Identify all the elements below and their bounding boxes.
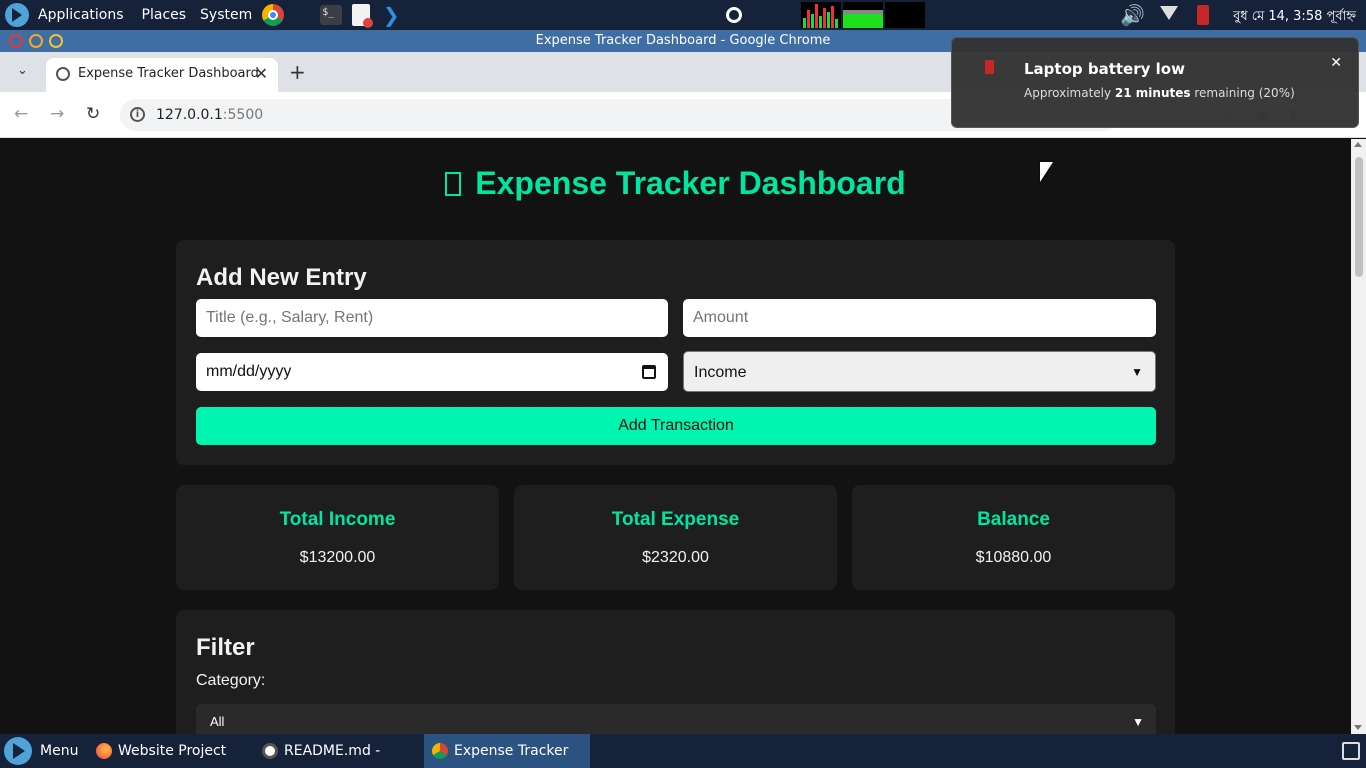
places-menu[interactable]: Places [142, 7, 187, 23]
cpu-monitor [801, 2, 841, 28]
notification-body-suffix: remaining (20%) [1190, 86, 1295, 100]
volume-icon[interactable]: 🔊 [1120, 3, 1145, 27]
chrome-icon [262, 4, 285, 26]
total-income-value: $13200.00 [299, 549, 376, 566]
notification-body: Approximately 21 minutes remaining (20%) [1024, 86, 1295, 100]
system-menu[interactable]: System [200, 7, 252, 23]
window-close-button[interactable] [9, 34, 23, 48]
taskbar-item-label: Expense Tracker Da... [454, 743, 569, 759]
network-monitor [885, 2, 925, 28]
taskbar-item-label: README.md - Totor... [284, 743, 381, 759]
category-selected: All [210, 714, 225, 729]
distro-logo-icon[interactable] [5, 3, 29, 27]
battery-low-notification[interactable]: Laptop battery low Approximately 21 minu… [951, 37, 1359, 128]
taskbar-item-readme[interactable]: README.md - Totor... [254, 734, 420, 768]
chrome-icon [432, 743, 448, 759]
battery-icon[interactable] [1197, 5, 1209, 25]
terminal-icon: $_ [320, 5, 343, 25]
taskbar-item-firefox[interactable]: Website Project Ide... [88, 734, 250, 768]
start-menu-button[interactable]: Menu [4, 737, 78, 765]
reload-icon[interactable]: ↻ [86, 104, 100, 124]
title-input[interactable]: Title (e.g., Salary, Rent) [196, 299, 668, 337]
forward-arrow-icon[interactable]: → [50, 104, 64, 124]
notification-body-prefix: Approximately [1024, 86, 1115, 100]
scroll-down-icon[interactable] [1354, 725, 1362, 730]
total-expense-card: Total Expense $2320.00 [514, 485, 837, 590]
page-scrollbar[interactable] [1351, 139, 1366, 734]
total-income-label: Total Income [279, 509, 396, 530]
taskbar: Menu Website Project Ide... README.md - … [0, 734, 1366, 768]
scroll-up-icon[interactable] [1354, 142, 1362, 147]
calendar-icon[interactable] [642, 365, 656, 379]
top-panel: Applications Places System $_ ❯ 🔊 বুধ মে… [0, 0, 1366, 30]
mouse-cursor-icon [1040, 162, 1053, 182]
text-editor-icon [352, 4, 374, 28]
balance-card: Balance $10880.00 [852, 485, 1175, 590]
distro-logo-icon [4, 737, 32, 765]
url-text: 127.0.0.1:5500 [156, 99, 263, 131]
chevron-down-icon: ▼ [1131, 365, 1143, 379]
applications-menu[interactable]: Applications [38, 7, 124, 23]
page-title: Expense Tracker Dashboard [0, 165, 1351, 202]
chevron-down-icon: ▼ [1132, 715, 1144, 729]
firefox-icon [96, 743, 112, 759]
vscode-launcher[interactable]: ❯ [380, 4, 402, 26]
text-editor-launcher[interactable] [350, 4, 374, 28]
globe-icon [56, 67, 70, 81]
notification-close-icon[interactable]: ✕ [1330, 55, 1342, 71]
filter-heading: Filter [196, 634, 255, 661]
category-select[interactable]: All ▼ [196, 704, 1156, 734]
missing-emoji-glyph-icon [445, 172, 462, 196]
window-title: Expense Tracker Dashboard - Google Chrom… [535, 33, 831, 48]
add-entry-heading: Add New Entry [196, 264, 367, 291]
tab-expense-tracker[interactable]: Expense Tracker Dashboard ✕ [46, 58, 278, 92]
brightness-icon[interactable] [726, 7, 742, 23]
vscode-icon: ❯ [382, 3, 400, 27]
window-minimize-button[interactable] [29, 34, 43, 48]
url-port: :5500 [222, 107, 264, 123]
url-host: 127.0.0.1 [156, 107, 223, 123]
add-transaction-button[interactable]: Add Transaction [196, 407, 1156, 445]
notification-title: Laptop battery low [1024, 60, 1185, 78]
total-expense-value: $2320.00 [642, 549, 709, 566]
back-arrow-icon[interactable]: ← [14, 104, 28, 124]
wifi-icon[interactable] [1160, 6, 1178, 20]
tab-close-icon[interactable]: ✕ [255, 64, 268, 83]
category-label: Category: [196, 672, 266, 689]
date-input[interactable]: mm/dd/yyyy [196, 353, 668, 391]
total-expense-label: Total Expense [611, 509, 740, 530]
site-info-icon[interactable]: i [130, 107, 145, 122]
chrome-launcher[interactable] [262, 4, 285, 26]
new-tab-button[interactable]: + [289, 60, 306, 84]
add-entry-card: Add New Entry Title (e.g., Salary, Rent)… [176, 240, 1175, 465]
total-income-card: Total Income $13200.00 [176, 485, 499, 590]
page-viewport: Expense Tracker Dashboard Add New Entry … [0, 139, 1351, 734]
taskbar-item-label: Website Project Ide... [118, 743, 227, 759]
clock[interactable]: বুধ মে 14, 3:58 পূর্বাহ্ন [1233, 7, 1356, 28]
taskbar-item-chrome[interactable]: Expense Tracker Da... [424, 734, 590, 768]
window-maximize-button[interactable] [49, 34, 63, 48]
start-menu-label: Menu [40, 743, 79, 759]
tab-title: Expense Tracker Dashboard [78, 66, 259, 81]
tab-search-chevron-icon[interactable]: ⌄ [17, 63, 28, 78]
filter-card: Filter Category: All ▼ [176, 610, 1175, 734]
amount-input[interactable]: Amount [683, 299, 1156, 337]
editor-app-icon [262, 743, 278, 759]
show-desktop-icon[interactable] [1342, 742, 1360, 760]
terminal-launcher[interactable]: $_ [320, 4, 343, 26]
memory-monitor [843, 2, 883, 28]
type-select[interactable]: Income ▼ [683, 351, 1156, 392]
balance-value: $10880.00 [975, 549, 1052, 566]
type-selected: Income [694, 364, 747, 381]
date-placeholder: mm/dd/yyyy [206, 363, 292, 380]
scrollbar-thumb[interactable] [1355, 157, 1363, 277]
notification-body-time: 21 minutes [1114, 86, 1191, 100]
balance-label: Balance [977, 509, 1050, 530]
page-title-text: Expense Tracker Dashboard [475, 165, 906, 201]
battery-low-icon [985, 60, 994, 74]
